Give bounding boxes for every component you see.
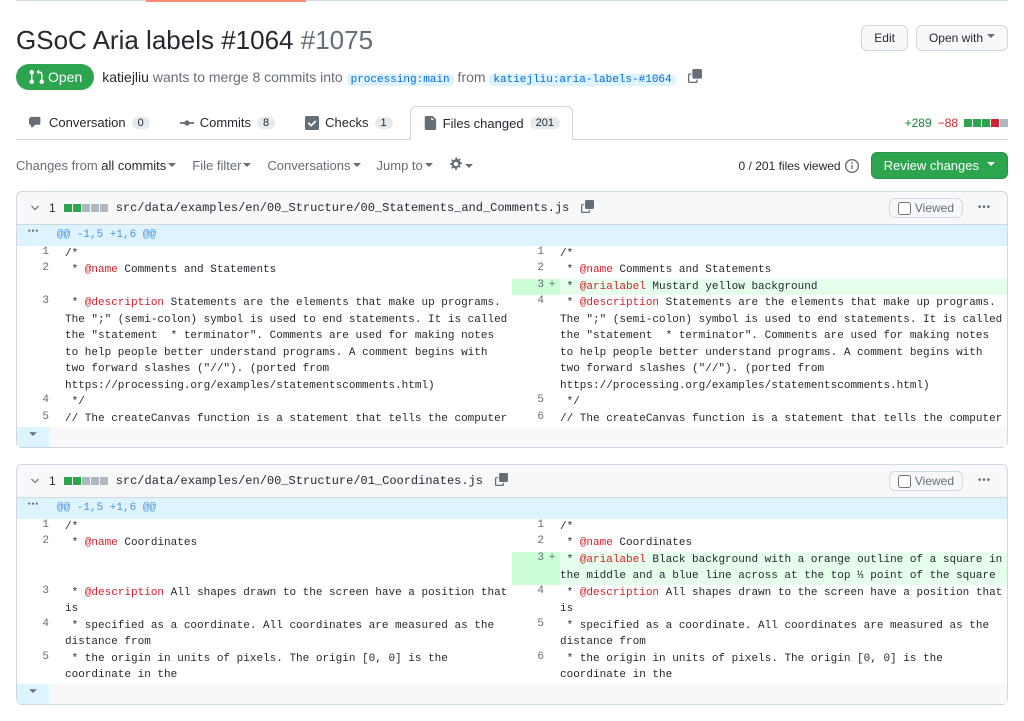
kebab-icon[interactable] xyxy=(973,473,995,490)
tab-files-label: Files changed xyxy=(443,116,524,131)
base-branch[interactable]: processing:main xyxy=(347,74,454,86)
file-path[interactable]: src/data/examples/en/00_Structure/01_Coo… xyxy=(116,474,483,488)
kebab-icon[interactable] xyxy=(973,200,995,217)
expand-down-icon[interactable] xyxy=(17,427,49,447)
copy-icon[interactable] xyxy=(684,69,706,86)
diff-stats: +289 −88 xyxy=(905,116,1008,130)
expand-down-icon[interactable] xyxy=(17,684,49,704)
diff-row: 1/*1/* xyxy=(17,246,1007,263)
info-icon[interactable] xyxy=(845,159,859,173)
hunk-header: @@ -1,5 +1,6 @@ xyxy=(17,498,1007,519)
open-with-label: Open with xyxy=(929,31,983,45)
viewed-checkbox[interactable]: Viewed xyxy=(889,471,963,491)
file-path[interactable]: src/data/examples/en/00_Structure/00_Sta… xyxy=(116,201,570,215)
fold-icon[interactable] xyxy=(29,202,41,214)
tab-checks-label: Checks xyxy=(325,115,368,130)
open-with-button[interactable]: Open with xyxy=(916,25,1008,51)
jump-to-dropdown[interactable]: Jump to xyxy=(377,158,433,173)
review-changes-button[interactable]: Review changes xyxy=(871,152,1008,179)
diff-row: 2 * @name Comments and Statements2 * @na… xyxy=(17,262,1007,279)
diff-row: 5 * the origin in units of pixels. The o… xyxy=(17,651,1007,684)
diff-row: 3 * @description All shapes drawn to the… xyxy=(17,585,1007,618)
git-pull-request-icon xyxy=(28,69,44,85)
diff-row: 4 * specified as a coordinate. All coord… xyxy=(17,618,1007,651)
tab-commits-count: 8 xyxy=(257,117,275,129)
tab-commits[interactable]: Commits 8 xyxy=(167,106,288,139)
diff-row: 1/*1/* xyxy=(17,519,1007,536)
expand-icon[interactable] xyxy=(17,498,49,519)
diff-row: 3+ * @arialabel Black background with a … xyxy=(17,552,1007,585)
pr-title-text: GSoC Aria labels #1064 xyxy=(16,25,294,55)
viewed-checkbox[interactable]: Viewed xyxy=(889,198,963,218)
state-badge-text: Open xyxy=(48,69,82,85)
fold-icon[interactable] xyxy=(29,475,41,487)
chevron-down-icon xyxy=(987,162,995,170)
state-badge: Open xyxy=(16,64,94,90)
conversations-dropdown[interactable]: Conversations xyxy=(267,158,360,173)
copy-icon[interactable] xyxy=(577,200,598,216)
diff-settings-dropdown[interactable] xyxy=(449,157,473,174)
file-diff-count: 1 xyxy=(49,201,56,215)
file-block: 1 src/data/examples/en/00_Structure/00_S… xyxy=(16,191,1008,448)
pr-number: #1075 xyxy=(301,25,373,55)
tab-checks-count: 1 xyxy=(375,117,393,129)
copy-icon[interactable] xyxy=(491,473,512,489)
pr-title: GSoC Aria labels #1064 #1075 xyxy=(16,25,373,56)
merge-info: katiejliu wants to merge 8 commits into … xyxy=(102,69,675,86)
tab-files-count: 201 xyxy=(530,117,560,129)
diff-blocks xyxy=(64,477,108,485)
edit-button[interactable]: Edit xyxy=(861,25,908,51)
author-link[interactable]: katiejliu xyxy=(102,69,149,85)
diff-row: 3+ * @arialabel Mustard yellow backgroun… xyxy=(17,279,1007,296)
diff-deletions: −88 xyxy=(938,116,958,130)
file-filter-dropdown[interactable]: File filter xyxy=(192,158,251,173)
expand-icon[interactable] xyxy=(17,225,49,246)
diff-row: 4 */5 */ xyxy=(17,394,1007,411)
changes-from-dropdown[interactable]: Changes from all commits xyxy=(16,158,176,173)
tab-files[interactable]: Files changed 201 xyxy=(410,106,573,140)
file-block: 1 src/data/examples/en/00_Structure/01_C… xyxy=(16,464,1008,705)
tab-conversation-count: 0 xyxy=(132,117,150,129)
tab-conversation[interactable]: Conversation 0 xyxy=(16,106,163,139)
diff-row: 3 * @description Statements are the elem… xyxy=(17,295,1007,394)
diff-blocks xyxy=(64,204,108,212)
diff-row: 2 * @name Coordinates2 * @name Coordinat… xyxy=(17,535,1007,552)
gear-icon xyxy=(449,157,463,171)
file-diff-count: 1 xyxy=(49,474,56,488)
chevron-down-icon xyxy=(987,34,995,42)
viewed-progress: 0 / 201 files viewed xyxy=(739,159,859,173)
tab-conversation-label: Conversation xyxy=(49,115,126,130)
tab-checks[interactable]: Checks 1 xyxy=(292,106,405,139)
head-branch[interactable]: katiejliu:aria-labels-#1064 xyxy=(489,74,675,86)
diff-row: 5// The createCanvas function is a state… xyxy=(17,411,1007,428)
diff-blocks xyxy=(964,119,1008,127)
tab-commits-label: Commits xyxy=(200,115,251,130)
hunk-header: @@ -1,5 +1,6 @@ xyxy=(17,225,1007,246)
diff-additions: +289 xyxy=(905,116,932,130)
